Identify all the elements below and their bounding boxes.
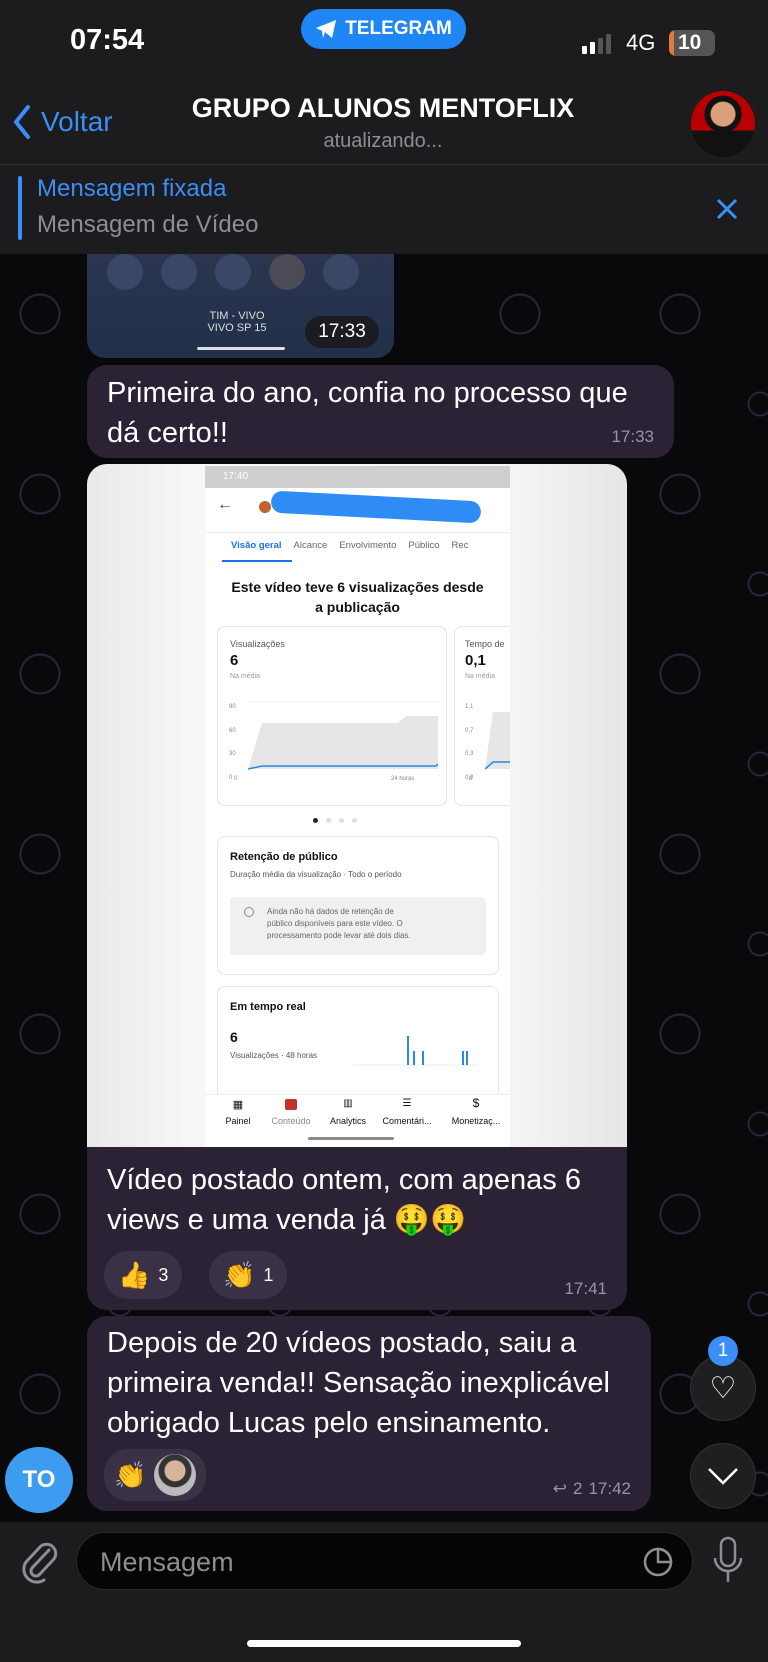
pinned-label: Mensagem fixada [37, 175, 227, 202]
nav-analytics: Analytics [329, 1116, 366, 1126]
pinned-text: Mensagem de Vídeo [37, 211, 259, 238]
reactor-avatar [154, 1454, 197, 1496]
arrow-left-icon: ← [217, 496, 233, 513]
dashboard-icon: ▦ [232, 1099, 244, 1111]
telegram-pill[interactable]: TELEGRAM [301, 9, 466, 49]
reply-count[interactable]: 2 [573, 1479, 582, 1499]
telegram-icon [316, 20, 337, 38]
dollar-icon: $ [472, 1096, 480, 1110]
signal-icon [582, 34, 611, 54]
message-time: 17:33 [305, 316, 379, 348]
network-type: 4G [626, 30, 656, 55]
message-meta: ↩ 2 17:42 [553, 1479, 631, 1499]
battery-level: 10 [678, 31, 702, 54]
scroll-down-button[interactable] [690, 1443, 756, 1509]
chevron-left-icon [13, 105, 30, 139]
nav-conteudo: Conteúdo [271, 1116, 311, 1126]
watch-time-mini-chart [485, 712, 510, 770]
back-label: Voltar [41, 106, 113, 137]
chat-subtitle: atualizando... [323, 130, 443, 152]
nav-comentarios: Comentári... [382, 1116, 432, 1126]
comments-icon: ☰ [402, 1098, 412, 1109]
video-progress [197, 347, 285, 350]
carousel-dots [313, 818, 357, 823]
battery-icon: 10 [669, 30, 715, 56]
video-overlay-text: TIM - VIVO VIVO SP 15 [207, 310, 267, 334]
home-indicator [247, 1640, 521, 1647]
reaction-clap[interactable]: 👏 1 [209, 1251, 288, 1299]
channel-avatar [259, 501, 271, 513]
video-message[interactable]: TIM - VIVO VIVO SP 15 17:33 [87, 254, 394, 358]
message-text: Primeira do ano, confia no processo que d… [107, 377, 628, 449]
message-time: 17:33 [611, 427, 654, 446]
nav-monetizacao: Monetizaç... [451, 1116, 501, 1126]
heart-icon: ♡ [709, 1371, 737, 1405]
analytics-icon: ▥ [343, 1098, 353, 1109]
status-time: 07:54 [70, 24, 145, 56]
message-placeholder: Mensagem [100, 1547, 234, 1577]
microphone-icon[interactable] [712, 1536, 744, 1586]
attach-icon[interactable] [19, 1538, 59, 1584]
message-text: Depois de 20 vídeos postado, saiu a prime… [107, 1327, 610, 1439]
redaction-scribble [270, 490, 482, 524]
group-avatar[interactable] [691, 91, 755, 157]
message-input[interactable]: Mensagem [76, 1532, 693, 1590]
pill-label: TELEGRAM [345, 18, 452, 39]
message-bubble[interactable]: Primeira do ano, confia no processo que d… [87, 365, 674, 458]
reaction-badge: 1 [708, 1336, 738, 1366]
clock-icon [244, 907, 254, 917]
pinned-indicator [18, 176, 22, 240]
sticker-icon[interactable] [642, 1546, 674, 1578]
watch-time-card: Tempo de 0,1 Na média 1,1 0,7 0,3 0,0 0 [454, 626, 510, 806]
message-time: 17:42 [588, 1479, 631, 1498]
message-bubble[interactable]: Depois de 20 vídeos postado, saiu a prime… [87, 1316, 651, 1511]
retention-card: Retenção de público Duração média da vis… [217, 836, 499, 975]
close-icon[interactable] [715, 197, 739, 221]
views-mini-chart [248, 701, 439, 770]
sender-avatar[interactable]: TO [5, 1447, 73, 1513]
chat-title[interactable]: GRUPO ALUNOS MENTOFLIX [150, 93, 616, 124]
shot-bottom-nav: ▦ Painel Conteúdo ▥ Analytics ☰ Comentári..… [205, 1094, 510, 1147]
photo-caption: Vídeo postado ontem, com apenas 6 views e… [107, 1164, 581, 1236]
reply-icon[interactable]: ↩ [553, 1479, 567, 1499]
reaction-thumbs-up[interactable]: 👍 3 [104, 1251, 183, 1299]
shot-tabs: Visão geral Alcance Envolvimento Público Rec [231, 540, 469, 551]
reaction-clap[interactable]: 👏 [104, 1449, 207, 1501]
shot-heading: Este vídeo teve 6 visualizações desde a p… [231, 579, 484, 615]
analytics-screenshot[interactable]: 17:40 ← Visão geral Alcance Envolvimento Pú… [205, 466, 510, 1147]
chevron-down-icon [708, 1468, 738, 1485]
back-button[interactable]: Voltar [13, 104, 113, 140]
content-icon [285, 1099, 297, 1110]
views-card: Visualizações 6 Na média 90 60 30 0 0 24 ho… [217, 626, 447, 806]
message-time: 17:41 [564, 1279, 607, 1298]
realtime-bars [353, 1036, 478, 1066]
shot-status-time: 17:40 [223, 471, 249, 482]
